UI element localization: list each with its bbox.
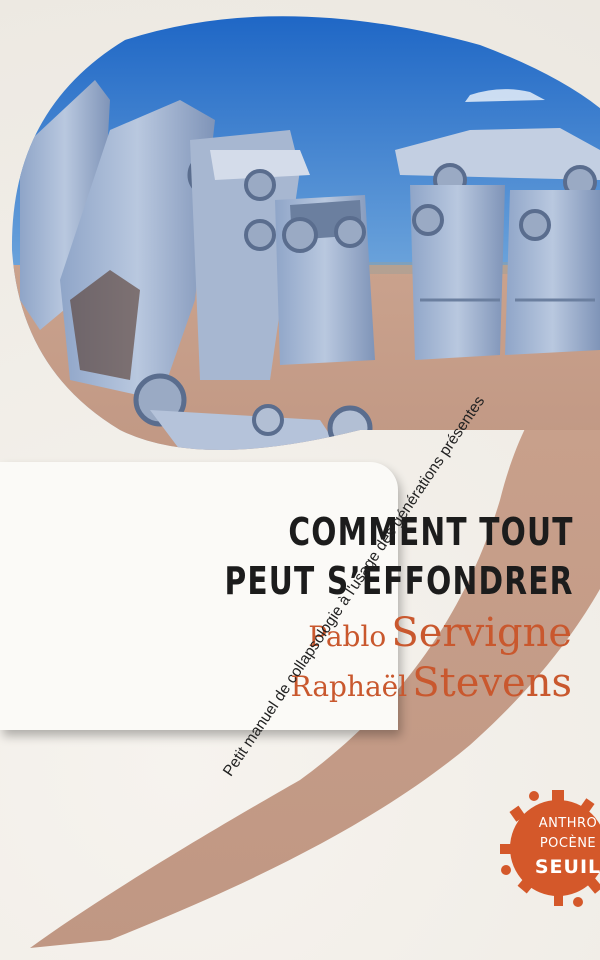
- author-last-name: Servigne: [391, 610, 572, 656]
- author-last-name: Stevens: [412, 660, 572, 706]
- collection-name-line-2: POCÈNE: [539, 836, 597, 851]
- cover-photo: [11, 16, 600, 450]
- publisher-name: SEUIL: [534, 856, 600, 878]
- author-first-name: Raphaël: [290, 670, 408, 703]
- book-cover: COMMENT TOUT PEUT S’EFFONDRER Pablo Serv…: [0, 0, 600, 960]
- author-2: Raphaël Stevens: [291, 660, 572, 706]
- author-1: Pablo Servigne: [308, 610, 572, 656]
- collection-name-line-1: ANTHRO: [538, 816, 598, 831]
- title-line-2: PEUT S’EFFONDRER: [224, 559, 574, 603]
